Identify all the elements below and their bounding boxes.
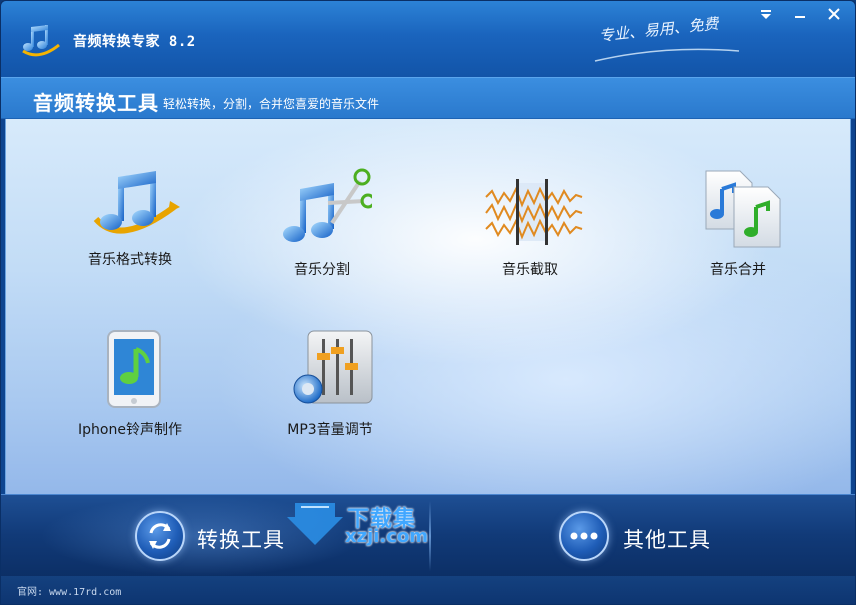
watermark-arrow-icon <box>287 503 343 545</box>
refresh-icon <box>135 511 185 561</box>
tool-music-format-convert[interactable]: 音乐格式转换 <box>50 167 210 297</box>
music-convert-icon <box>93 171 180 234</box>
minimize-icon <box>795 16 805 18</box>
minimize-button[interactable] <box>787 5 813 23</box>
music-merge-files-icon <box>705 170 781 248</box>
tool-label: Iphone铃声制作 <box>78 422 182 438</box>
title-bar[interactable]: 音频转换专家 8.2 专业、易用、免费 <box>1 1 855 77</box>
tool-iphone-ringtone[interactable]: Iphone铃声制作 <box>50 327 210 457</box>
tool-label: 音乐截取 <box>502 262 558 278</box>
iphone-ringtone-icon <box>107 330 161 408</box>
bottom-tab-bar: 转换工具 下载集 xzji.com 其他工具 <box>1 494 855 577</box>
section-header: 音频转换工具 轻松转换，分割，合并您喜爱的音乐文件 <box>1 77 855 119</box>
tool-label: 音乐分割 <box>294 262 350 278</box>
slogan-swoosh <box>594 48 740 62</box>
app-title: 音频转换专家 8.2 <box>73 34 196 50</box>
status-bar: 官网: www.17rd.com <box>1 576 855 604</box>
tool-label: 音乐格式转换 <box>88 252 172 268</box>
close-button[interactable] <box>821 5 847 23</box>
app-logo-icon <box>22 25 60 57</box>
section-description: 轻松转换，分割，合并您喜爱的音乐文件 <box>163 97 380 111</box>
tool-music-merge[interactable]: 音乐合并 <box>658 167 818 297</box>
tool-label: MP3音量调节 <box>287 422 373 438</box>
section-title: 音频转换工具 <box>33 91 159 115</box>
menu-dropdown-button[interactable] <box>753 5 779 23</box>
tool-mp3-volume[interactable]: MP3音量调节 <box>250 327 410 457</box>
more-dots-icon <box>559 511 609 561</box>
music-split-scissors-icon <box>283 168 372 242</box>
dropdown-arrow-icon <box>761 10 771 19</box>
app-window: 音频转换专家 8.2 专业、易用、免费 音频转换工具 轻松转换，分割，合并您喜爱… <box>0 0 856 605</box>
tool-music-trim[interactable]: 音乐截取 <box>450 167 610 297</box>
website-link[interactable]: 官网: www.17rd.com <box>17 583 121 598</box>
close-icon <box>828 8 840 20</box>
tool-label: 音乐合并 <box>710 262 766 278</box>
volume-mixer-icon <box>293 330 373 404</box>
watermark-url: xzji.com <box>345 526 429 547</box>
tab-other-tools[interactable]: 其他工具 <box>429 495 855 577</box>
tool-music-split[interactable]: 音乐分割 <box>242 167 402 297</box>
tab-label: 转换工具 <box>197 528 285 552</box>
tab-label: 其他工具 <box>623 528 711 552</box>
tab-convert-tools[interactable]: 转换工具 下载集 xzji.com <box>1 495 429 577</box>
waveform-cut-icon <box>485 179 583 245</box>
tools-panel: 音乐格式转换 音乐分割 音乐截取 音乐合并 Iphone铃声制作 MP3音量调节 <box>5 119 851 494</box>
